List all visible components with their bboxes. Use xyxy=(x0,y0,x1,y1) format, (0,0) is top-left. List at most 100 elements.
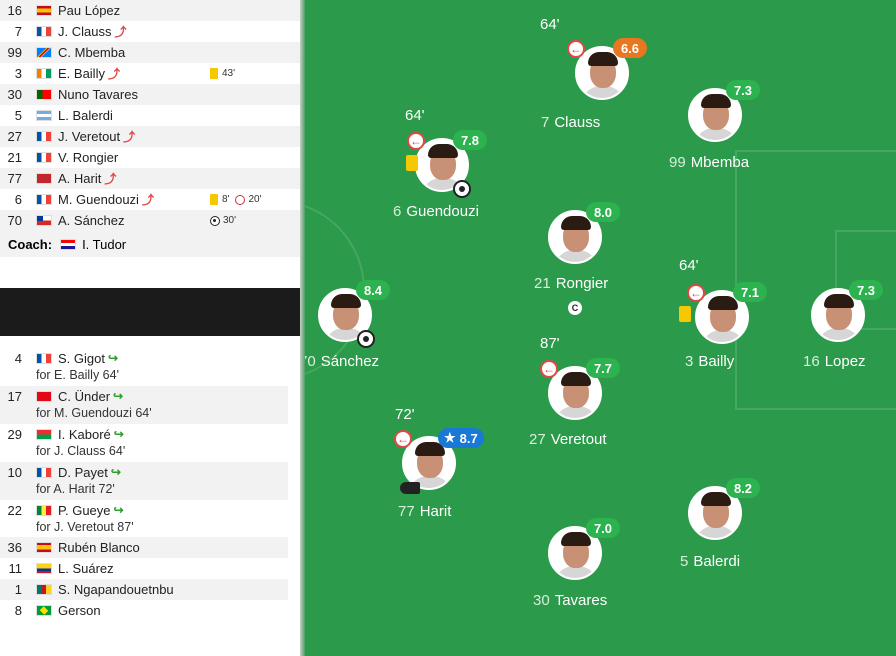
pitch: 6.6 64' ← 7 Clauss 7.3 99 Mbemba 7.8 64' ← 6 Guendou… xyxy=(305,0,896,656)
flag-icon xyxy=(36,390,52,402)
coach-label: Coach: xyxy=(8,236,53,252)
flag-icon xyxy=(36,152,52,163)
reserve-row[interactable]: 1 S. Ngapandouetnbu xyxy=(0,579,288,600)
starter-row[interactable]: 16 Pau López xyxy=(0,0,300,21)
rating-value: 6.6 xyxy=(620,40,640,56)
starter-row[interactable]: 5 L. Balerdi xyxy=(0,105,300,126)
player-name[interactable]: D. Payet xyxy=(58,465,108,480)
flag-icon xyxy=(36,89,52,100)
substitute-row[interactable]: 17 C. Ünder ↪ for M. Guendouzi 64' xyxy=(0,386,288,424)
player-name: Harit xyxy=(419,503,452,520)
player-label[interactable]: 77 Harit xyxy=(398,503,451,520)
starter-row[interactable]: 70 A. Sánchez 30' xyxy=(0,210,300,231)
match-events: 30' xyxy=(210,215,236,226)
player-name[interactable]: S. Gigot xyxy=(58,351,105,366)
player-name[interactable]: J. Veretout xyxy=(58,129,120,144)
shirt-number: 1 xyxy=(14,582,22,597)
shirt-number: 5 xyxy=(14,108,22,123)
player-rating-badge: 6.6 xyxy=(613,38,647,58)
sub-off-icon: ← xyxy=(567,40,585,58)
player-name[interactable]: M. Guendouzi xyxy=(58,192,139,207)
sub-detail: for J. Clauss 64' xyxy=(36,444,126,458)
player-name[interactable]: C. Mbemba xyxy=(58,45,125,60)
shirt-number: 11 xyxy=(8,561,23,576)
sub-out-icon: ⤴ xyxy=(123,130,136,144)
substitute-row[interactable]: 4 S. Gigot ↪ for E. Bailly 64' xyxy=(0,348,288,386)
reserve-row[interactable]: 8 Gerson xyxy=(0,600,288,621)
rating-value: 8.4 xyxy=(363,282,383,298)
shirt-number: 27 xyxy=(529,431,546,448)
reserve-row[interactable]: 11 L. Suárez xyxy=(0,558,288,579)
event-minute: 30' xyxy=(223,215,237,226)
starter-row[interactable]: 27 J. Veretout ⤴ xyxy=(0,126,300,147)
player-name[interactable]: P. Gueye xyxy=(58,503,111,518)
starter-row[interactable]: 6 M. Guendouzi ⤴ 8' 20' xyxy=(0,189,300,210)
sub-in-icon: ↪ xyxy=(113,389,124,403)
player-name: Balerdi xyxy=(693,553,741,570)
player-name[interactable]: Nuno Tavares xyxy=(58,87,138,102)
starter-row[interactable]: 3 E. Bailly ⤴ 43' xyxy=(0,63,300,84)
player-name[interactable]: I. Kaboré xyxy=(58,427,111,442)
player-name: Clauss xyxy=(554,114,601,131)
reserve-row[interactable]: 36 Rubén Blanco xyxy=(0,537,288,558)
goal-icon xyxy=(210,215,220,226)
shirt-number: 77 xyxy=(7,171,22,186)
starter-row[interactable]: 7 J. Clauss ⤴ xyxy=(0,21,300,42)
player-name[interactable]: L. Suárez xyxy=(58,561,114,576)
player-label[interactable]: 70Sánchez xyxy=(305,353,379,370)
player-rating-badge: 7.3 xyxy=(726,80,760,100)
player-name[interactable]: Rubén Blanco xyxy=(58,540,140,555)
sub-in-icon: ↪ xyxy=(113,427,124,441)
coach-row: Coach: I. Tudor xyxy=(0,231,300,257)
player-name: Sánchez xyxy=(320,353,380,370)
sub-minute: 64' xyxy=(405,107,425,124)
player-rating-badge: 8.2 xyxy=(726,478,760,498)
player-label[interactable]: 21 Rongier xyxy=(534,275,608,292)
sub-minute: 87' xyxy=(540,335,560,352)
player-name[interactable]: A. Sánchez xyxy=(58,213,125,228)
shirt-number: 16 xyxy=(7,3,22,18)
player-label[interactable]: 99 Mbemba xyxy=(669,154,749,171)
starter-row[interactable]: 77 A. Harit ⤴ xyxy=(0,168,300,189)
starter-row[interactable]: 99 C. Mbemba xyxy=(0,42,300,63)
player-rating-badge: 7.0 xyxy=(586,518,620,538)
shirt-number: 6 xyxy=(14,192,22,207)
player-label[interactable]: 5 Balerdi xyxy=(680,553,740,570)
assist-boot-icon xyxy=(400,482,420,494)
player-label[interactable]: 6 Guendouzi xyxy=(393,203,479,220)
player-label[interactable]: 16 Lopez xyxy=(803,353,866,370)
substitute-row[interactable]: 22 P. Gueye ↪ for J. Veretout 87' xyxy=(0,500,288,538)
rating-value: 7.3 xyxy=(733,82,753,98)
shirt-number: 70 xyxy=(305,353,316,370)
player-label[interactable]: 3 Bailly xyxy=(685,353,734,370)
player-name[interactable]: S. Ngapandouetnbu xyxy=(58,582,174,597)
player-rating-badge: ★ 8.7 xyxy=(438,428,484,448)
starter-row[interactable]: 30 Nuno Tavares xyxy=(0,84,300,105)
player-name[interactable]: L. Balerdi xyxy=(58,108,113,123)
shirt-number: 27 xyxy=(7,129,22,144)
player-name[interactable]: E. Bailly xyxy=(58,66,105,81)
player-label[interactable]: 7 Clauss xyxy=(541,114,600,131)
starter-row[interactable]: 21 V. Rongier xyxy=(0,147,300,168)
substitutes-list: 4 S. Gigot ↪ for E. Bailly 64' 17 C. Ünder ↪ fo… xyxy=(0,348,288,538)
flag-icon xyxy=(36,428,52,440)
yellow-card-icon xyxy=(210,68,218,79)
player-name[interactable]: C. Ünder xyxy=(58,389,110,404)
player-name[interactable]: Gerson xyxy=(58,603,101,618)
shirt-number: 6 xyxy=(393,203,402,220)
shirt-number: 77 xyxy=(398,503,415,520)
player-name[interactable]: V. Rongier xyxy=(58,150,118,165)
rating-value: 7.1 xyxy=(740,284,760,300)
sub-minute: 64' xyxy=(679,257,699,274)
lineup-panel: 16 Pau López 7 J. Clauss ⤴ 99 C. Mbemba 3 E. Bai… xyxy=(0,0,300,656)
player-label[interactable]: 30 Tavares xyxy=(533,592,607,609)
shirt-number: 3 xyxy=(14,66,22,81)
sub-minute: 72' xyxy=(395,406,415,423)
substitute-row[interactable]: 29 I. Kaboré ↪ for J. Clauss 64' xyxy=(0,424,288,462)
player-name[interactable]: A. Harit xyxy=(58,171,101,186)
substitute-row[interactable]: 10 D. Payet ↪ for A. Harit 72' xyxy=(0,462,288,500)
player-name[interactable]: J. Clauss xyxy=(58,24,111,39)
rating-value: 8.7 xyxy=(459,430,478,446)
player-label[interactable]: 27 Veretout xyxy=(529,431,607,448)
player-name[interactable]: Pau López xyxy=(58,3,120,18)
